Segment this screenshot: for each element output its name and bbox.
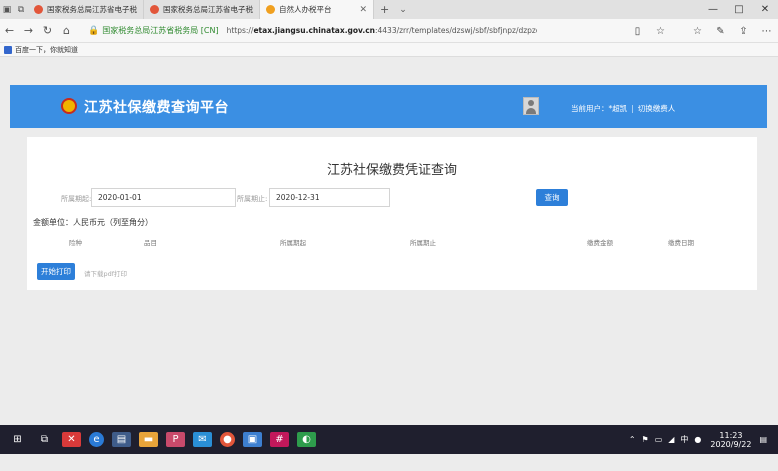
store-icon[interactable]: ▤ [112,432,131,447]
tax-favicon-icon [150,5,159,14]
tax-favicon-icon [266,5,275,14]
favorite-star-icon[interactable]: ☆ [649,26,672,37]
browser-tab-bar: ▣ ⧉ 国家税务总局江苏省电子税 国家税务总局江苏省电子税 自然人办税平台 ✕ … [0,0,778,19]
clock[interactable]: 11:23 2020/9/22 [710,431,751,449]
lock-icon[interactable]: 🔒 [88,26,99,36]
mail-icon[interactable]: ✉ [193,432,212,447]
site-title: 江苏社保缴费查询平台 [84,100,229,116]
url-prefix: https:// [226,26,254,35]
ime-chinese-icon[interactable]: 中 [680,434,688,445]
column-header-period-end: 所属期止 [410,239,436,247]
wechat-icon[interactable]: ◐ [297,432,316,447]
maximize-icon[interactable]: □ [726,0,752,19]
column-header-period-start: 所属期起 [280,239,306,247]
minimize-icon[interactable]: — [700,0,726,19]
column-header-item: 品目 [144,239,157,247]
app-x-icon[interactable]: ✕ [62,432,81,447]
edge-browser-icon[interactable]: e [89,432,104,447]
tab-preview-icon[interactable]: ⧉ [14,0,28,19]
tab-set-aside-icon[interactable]: ▣ [0,0,14,19]
baidu-favicon-icon [4,45,12,54]
user-avatar-icon [523,97,539,115]
window-controls: — □ ✕ [700,0,778,19]
network-icon[interactable]: ◢ [668,435,674,444]
clock-date: 2020/9/22 [710,439,752,449]
switch-payer-link[interactable]: 切换缴费人 [638,104,676,113]
tray-app-icon[interactable]: ⚑ [642,435,649,444]
current-user-label: 当前用户： [571,104,609,113]
page-title: 江苏社保缴费凭证查询 [326,163,457,178]
clock-time: 11:23 [719,430,743,440]
file-explorer-icon[interactable]: ▬ [139,432,158,447]
tab-title: 国家税务总局江苏省电子税 [47,5,137,14]
browser-tab-2[interactable]: 国家税务总局江苏省电子税 [144,0,260,19]
windows-taskbar: ⊞ ⧉ ✕ e ▤ ▬ P ✉ ● ▣ # ◐ ⌃ ⚑ ▭ ◢ 中 ● 11:2… [0,425,778,454]
url-host: etax.jiangsu.chinatax.gov.cn [253,26,375,35]
end-period-input[interactable] [269,188,390,207]
tray-expand-icon[interactable]: ⌃ [629,435,636,444]
browser-tab-1[interactable]: 国家税务总局江苏省电子税 [28,0,144,19]
query-button[interactable]: 查询 [536,189,568,206]
back-icon[interactable]: ← [0,24,19,37]
bottom-strip [0,454,778,471]
tab-close-icon[interactable]: ✕ [360,5,368,15]
system-tray: ⌃ ⚑ ▭ ◢ 中 ● 11:23 2020/9/22 ▤ [626,425,770,454]
start-period-input[interactable] [91,188,236,207]
start-period-label: 所属期起: [61,195,92,203]
new-tab-icon[interactable]: + [374,0,395,19]
reading-view-icon[interactable]: ▯ [626,26,649,37]
print-hint: 请下载pdf打印 [84,270,128,278]
pen-icon[interactable]: ✎ [709,26,732,37]
column-header-pay-date: 缴费日期 [668,239,694,247]
column-header-amount: 缴费金额 [587,239,613,247]
home-icon[interactable]: ⌂ [57,24,76,37]
site-identity[interactable]: 国家税务总局江苏省税务局 [CN] [102,25,218,36]
tax-app-icon[interactable]: ● [220,432,235,447]
tax-favicon-icon [34,5,43,14]
close-window-icon[interactable]: ✕ [752,0,778,19]
battery-icon[interactable]: ▭ [655,435,663,444]
start-print-button[interactable]: 开始打印 [37,263,75,280]
screen: ▣ ⧉ 国家税务总局江苏省电子税 国家税务总局江苏省电子税 自然人办税平台 ✕ … [0,0,778,471]
column-header-insurance-type: 险种 [69,239,82,247]
favorite-link-baidu[interactable]: 百度一下，你就知道 [15,45,78,55]
url-path: :4433/zrr/templates/dzswj/sbf/sbfjnpz/dz… [374,26,537,35]
refresh-icon[interactable]: ↻ [38,24,57,37]
forward-icon[interactable]: → [19,24,38,37]
user-info: 当前用户：*超凯 | 切换缴费人 [571,103,675,114]
favorites-list-icon[interactable]: ☆ [686,26,709,37]
url-field[interactable]: https://etax.jiangsu.chinatax.gov.cn:443… [227,26,537,35]
favorites-bar: 百度一下，你就知道 [0,43,778,57]
tab-title: 自然人办税平台 [279,5,332,14]
tray-tax-icon[interactable]: ● [694,435,701,444]
address-bar: ← → ↻ ⌂ 🔒 国家税务总局江苏省税务局 [CN] https://etax… [0,19,778,43]
query-card: 江苏社保缴费凭证查询 所属期起: 所属期止: 查询 金额单位：人民币元（列至角分… [27,137,757,290]
end-period-label: 所属期止: [237,195,268,203]
chevron-down-icon[interactable]: ⌄ [395,0,411,19]
browser-tab-3-active[interactable]: 自然人办税平台 ✕ [260,0,375,19]
national-emblem-icon [61,98,77,114]
notification-icon[interactable]: ▤ [759,435,767,444]
app-window-icon[interactable]: ▣ [243,432,262,447]
more-icon[interactable]: ⋯ [755,26,778,37]
address-bar-actions: ▯ ☆ ☆ ✎ ⇪ ⋯ [626,19,778,43]
share-icon[interactable]: ⇪ [732,26,755,37]
separator: | [631,104,634,113]
start-icon[interactable]: ⊞ [8,432,27,447]
app-p-icon[interactable]: P [166,432,185,447]
amount-unit-note: 金额单位：人民币元（列至角分） [33,218,153,227]
tab-title: 国家税务总局江苏省电子税 [163,5,253,14]
current-user-name: *超凯 [608,104,628,113]
site-header: 江苏社保缴费查询平台 当前用户：*超凯 | 切换缴费人 [10,85,767,128]
task-view-icon[interactable]: ⧉ [35,432,54,447]
app-grid-icon[interactable]: # [270,432,289,447]
